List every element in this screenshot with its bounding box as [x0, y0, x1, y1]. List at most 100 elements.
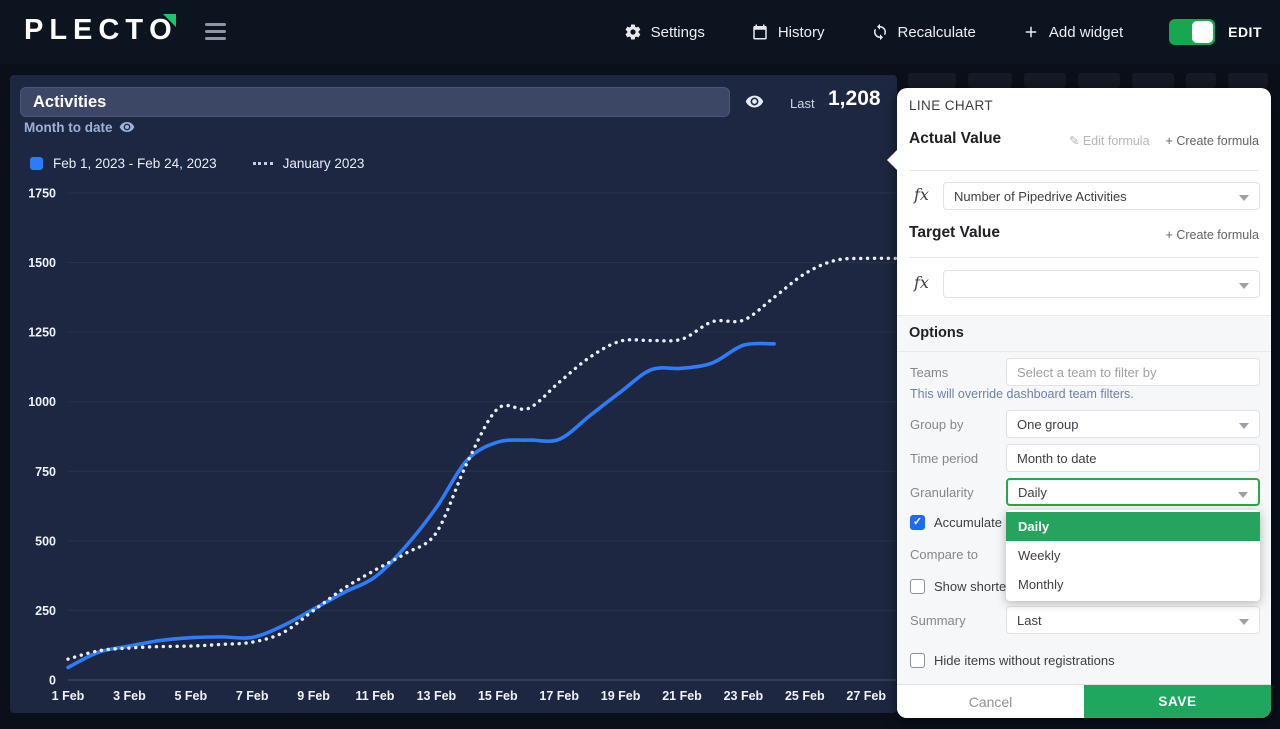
- granularity-option-daily[interactable]: Daily: [1006, 512, 1260, 541]
- hidden-widget-tile: [908, 73, 956, 88]
- target-formula-select[interactable]: [943, 270, 1260, 298]
- hamburger-menu-icon[interactable]: [205, 23, 226, 44]
- settings-button[interactable]: Settings: [624, 23, 705, 41]
- x-axis-tick-label: 19 Feb: [601, 689, 641, 703]
- refresh-icon: [873, 23, 886, 41]
- gear-icon: [625, 24, 640, 40]
- hidden-widget-tile: [1024, 73, 1066, 88]
- legend-january-label: January 2023: [282, 156, 365, 171]
- panel-title: LINE CHART: [909, 98, 994, 113]
- options-heading: Options: [897, 315, 1271, 352]
- summary-method-label: Last: [790, 96, 815, 111]
- compare-to-label: Compare to: [910, 547, 978, 562]
- create-formula-link-actual[interactable]: + Create formula: [1166, 134, 1259, 148]
- add-widget-button[interactable]: Add widget: [1022, 23, 1123, 41]
- y-axis-tick-label: 750: [35, 465, 56, 479]
- accumulate-checkbox-row[interactable]: ✓ Accumulate: [910, 515, 1002, 530]
- granularity-dropdown-menu: Daily Weekly Monthly: [1006, 510, 1260, 601]
- y-axis-tick-label: 1250: [28, 326, 56, 340]
- summary-label: Summary: [910, 613, 966, 628]
- history-label: History: [777, 23, 825, 41]
- x-axis-tick-label: 27 Feb: [846, 689, 886, 703]
- x-axis-tick-label: 1 Feb: [52, 689, 85, 703]
- y-axis-tick-label: 1500: [28, 256, 56, 270]
- cancel-button[interactable]: Cancel: [897, 685, 1084, 718]
- history-button[interactable]: History: [751, 23, 825, 41]
- widget-title-input[interactable]: [20, 87, 730, 117]
- recalculate-label: Recalculate: [897, 23, 976, 41]
- x-axis-tick-label: 9 Feb: [297, 689, 330, 703]
- hidden-widget-tile: [1186, 73, 1216, 88]
- chevron-down-icon: [1238, 492, 1248, 498]
- pencil-icon: ✎: [1068, 134, 1080, 148]
- actual-formula-select[interactable]: Number of Pipedrive Activities: [943, 182, 1260, 210]
- target-value-heading: Target Value: [909, 224, 1001, 241]
- time-period-label: Time period: [910, 451, 979, 466]
- settings-label: Settings: [650, 23, 705, 41]
- hidden-widget-tile: [1132, 73, 1174, 88]
- add-widget-label: Add widget: [1048, 23, 1124, 41]
- save-button[interactable]: SAVE: [1084, 685, 1271, 718]
- x-axis-tick-label: 3 Feb: [113, 689, 146, 703]
- y-axis-tick-label: 250: [35, 604, 56, 618]
- y-axis-tick-label: 0: [49, 674, 56, 688]
- accumulate-label: Accumulate: [934, 515, 1002, 530]
- legend-dotted-swatch: [252, 162, 273, 165]
- hide-items-checkbox-unchecked[interactable]: [910, 653, 925, 668]
- edit-formula-link[interactable]: ✎ Edit formula: [1069, 133, 1150, 148]
- x-axis-tick-label: 15 Feb: [478, 689, 518, 703]
- fx-symbol-actual: fx: [914, 185, 929, 204]
- x-axis-tick-label: 23 Feb: [724, 689, 764, 703]
- summary-select[interactable]: Last: [1006, 606, 1260, 634]
- create-formula-link-target[interactable]: + Create formula: [1166, 228, 1259, 242]
- chevron-down-icon: [1239, 423, 1249, 429]
- granularity-option-weekly[interactable]: Weekly: [1006, 541, 1260, 570]
- plecto-logo[interactable]: PLECTO: [24, 14, 178, 47]
- edit-mode-toggle[interactable]: [1169, 19, 1216, 45]
- summary-value-select: Last: [1017, 612, 1042, 628]
- hidden-widget-tile: [1228, 73, 1268, 88]
- top-navbar: PLECTO Settings History Recalculate Add …: [0, 0, 1280, 64]
- x-axis-tick-label: 21 Feb: [662, 689, 702, 703]
- time-period-subtitle: Month to date: [24, 119, 113, 135]
- time-period-input[interactable]: [1006, 444, 1260, 472]
- calendar-icon: [753, 24, 767, 40]
- x-axis-tick-label: 7 Feb: [236, 689, 269, 703]
- chevron-down-icon: [1239, 195, 1249, 201]
- hide-items-label: Hide items without registrations: [934, 653, 1115, 668]
- january-dotted-series-line: [66, 256, 897, 661]
- y-axis-tick-label: 500: [35, 534, 56, 548]
- activities-line-chart-widget: 0 250 500 750 1000 1250 1500 1750 1 Feb 3 Feb 5 Fe…: [10, 75, 897, 713]
- accumulate-checkbox-checked[interactable]: ✓: [910, 515, 925, 530]
- legend-feb-label: Feb 1, 2023 - Feb 24, 2023: [53, 156, 217, 171]
- hidden-widget-tile: [1078, 73, 1120, 88]
- legend-solid-swatch: [30, 157, 43, 170]
- logo-text: PLECT: [24, 14, 150, 46]
- hide-items-checkbox-row[interactable]: Hide items without registrations: [910, 653, 1115, 668]
- widget-title-visibility-eye-icon[interactable]: [744, 92, 764, 112]
- toggle-knob: [1192, 21, 1214, 43]
- logo-o-green-wedge: O: [149, 14, 178, 46]
- show-shortened-checkbox-unchecked[interactable]: [910, 579, 925, 594]
- recalculate-button[interactable]: Recalculate: [871, 23, 976, 41]
- teams-filter-input[interactable]: [1006, 358, 1260, 386]
- group-by-select[interactable]: One group: [1006, 410, 1260, 438]
- y-axis-tick-label: 1000: [28, 395, 56, 409]
- fx-symbol-target: fx: [914, 273, 929, 292]
- chart-legend: Feb 1, 2023 - Feb 24, 2023 January 2023: [30, 156, 364, 171]
- edit-label: EDIT: [1228, 24, 1262, 40]
- hidden-widgets-row: [908, 73, 1271, 88]
- subtitle-visibility-eye-icon[interactable]: [119, 119, 135, 135]
- granularity-label: Granularity: [910, 485, 974, 500]
- panel-pointer-notch: [887, 150, 897, 170]
- teams-hint-text: This will override dashboard team filter…: [910, 387, 1134, 401]
- granularity-option-monthly[interactable]: Monthly: [1006, 570, 1260, 599]
- group-by-label: Group by: [910, 417, 964, 432]
- actual-value-heading: Actual Value: [909, 130, 1002, 147]
- chevron-down-icon: [1239, 283, 1249, 289]
- granularity-select[interactable]: Daily: [1006, 478, 1260, 506]
- show-shortened-checkbox-row[interactable]: Show shortene: [910, 579, 1021, 594]
- granularity-value: Daily: [1018, 484, 1047, 500]
- x-axis-tick-label: 5 Feb: [174, 689, 207, 703]
- teams-label: Teams: [910, 365, 949, 380]
